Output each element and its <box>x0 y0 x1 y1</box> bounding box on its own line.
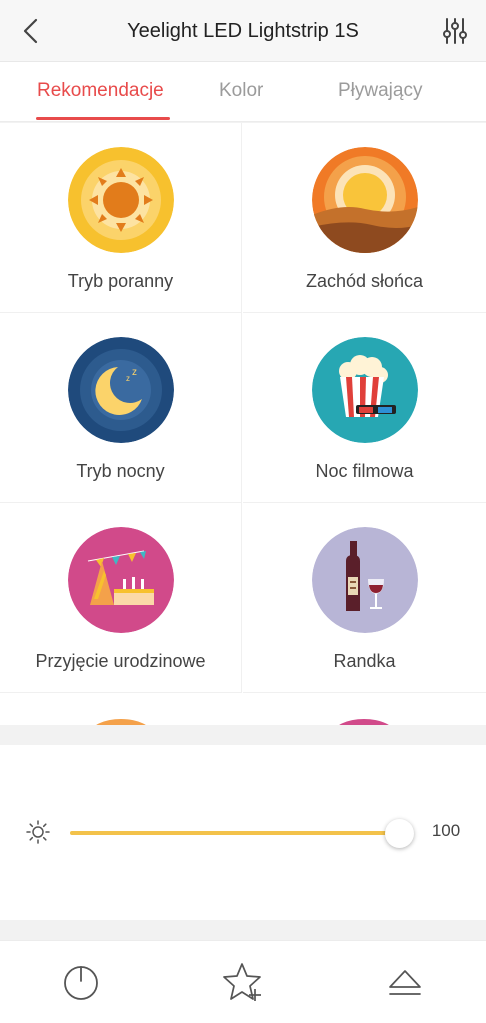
tab-bar: Rekomendacje Kolor Pływający <box>0 62 486 122</box>
scene-tile-date[interactable]: Randka <box>243 503 486 693</box>
star-plus-icon <box>223 963 261 1001</box>
wine-icon <box>311 527 418 633</box>
power-icon <box>64 966 98 1000</box>
scene-label: Tryb nocny <box>76 461 165 481</box>
power-button[interactable] <box>60 961 102 1003</box>
chevron-left-icon <box>23 18 38 44</box>
scene-tile-morning[interactable]: Tryb poranny <box>0 123 242 313</box>
sliders-icon <box>443 18 467 44</box>
scene-label: Randka <box>333 651 396 671</box>
scene-grid: Tryb poranny Zachód słońca z z Tryb nocn… <box>0 123 486 725</box>
scene-label: Przyjęcie urodzinowe <box>35 651 206 671</box>
scene-label: Tryb poranny <box>67 271 174 291</box>
header-bar: Yeelight LED Lightstrip 1S <box>0 0 486 62</box>
bottom-toolbar <box>0 940 486 1023</box>
birthday-cake-icon <box>67 527 174 633</box>
sunset-icon <box>311 147 418 253</box>
moon-icon: z z <box>67 337 174 443</box>
brightness-slider-thumb[interactable] <box>385 819 414 848</box>
brightness-slider[interactable] <box>70 831 400 835</box>
scene-tile-movie[interactable]: Noc filmowa <box>243 313 486 503</box>
active-tab-indicator <box>36 117 170 120</box>
back-button[interactable] <box>14 14 48 48</box>
scene-label: Noc filmowa <box>315 461 414 481</box>
brightness-panel: 100 <box>0 745 486 920</box>
scene-label: Zachód słońca <box>305 271 424 291</box>
svg-text:z: z <box>126 374 130 383</box>
scene-tile-partial[interactable] <box>333 719 395 725</box>
add-favorite-button[interactable] <box>222 961 264 1003</box>
scene-tile-night[interactable]: z z Tryb nocny <box>0 313 242 503</box>
settings-button[interactable] <box>438 13 472 49</box>
page-title: Yeelight LED Lightstrip 1S <box>127 20 359 42</box>
tab-kolor[interactable]: Kolor <box>219 62 263 122</box>
eject-button[interactable] <box>384 961 426 1003</box>
brightness-icon <box>26 820 50 844</box>
scene-tile-birthday[interactable]: Przyjęcie urodzinowe <box>0 503 242 693</box>
eject-icon <box>389 970 421 995</box>
sunrise-icon <box>67 147 174 253</box>
scene-tile-sunset[interactable]: Zachód słońca <box>243 123 486 313</box>
scene-tile-partial[interactable] <box>90 719 152 725</box>
tab-plywajacy[interactable]: Pływający <box>338 62 422 122</box>
brightness-value: 100 <box>431 821 461 840</box>
svg-text:z: z <box>132 367 137 378</box>
popcorn-icon <box>311 337 418 443</box>
tab-rekomendacje[interactable]: Rekomendacje <box>37 62 164 122</box>
